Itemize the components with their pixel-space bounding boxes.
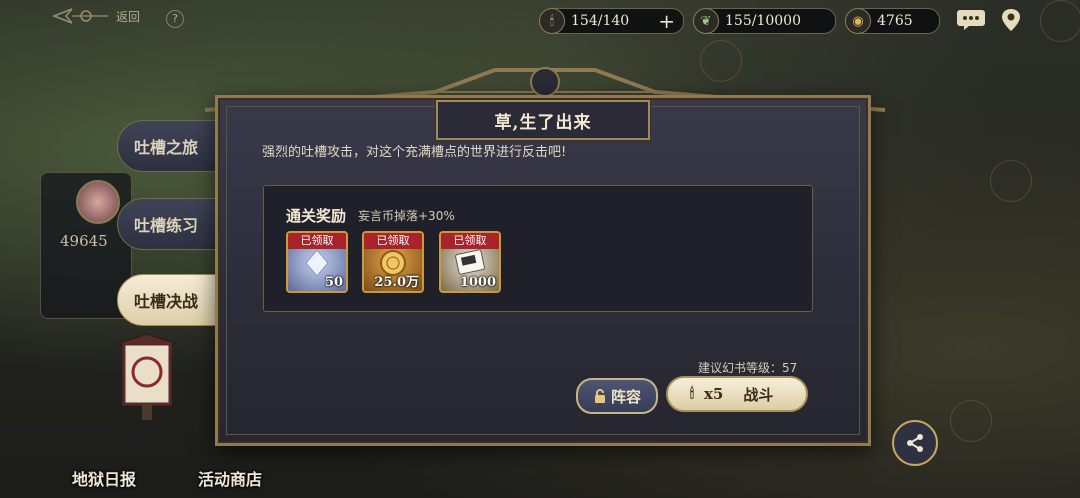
lantern-icon bbox=[116, 333, 178, 420]
add-stamina-button[interactable]: + bbox=[658, 9, 675, 33]
map-marker bbox=[990, 160, 1032, 202]
tab-final-battle[interactable]: 吐槽决战 bbox=[117, 274, 227, 326]
feather-crystal-icon bbox=[288, 249, 346, 277]
stage-description: 强烈的吐槽攻击，对这个充满槽点的世界进行反击吧! bbox=[262, 145, 567, 160]
avatar[interactable] bbox=[76, 180, 120, 224]
stamina-counter: 🕯 154/140 + bbox=[539, 8, 684, 34]
back-label: 返回 bbox=[116, 9, 141, 24]
team-label: 阵容 bbox=[610, 387, 641, 406]
tab-label: 吐槽练习 bbox=[134, 216, 199, 235]
coin-icon: ◉ bbox=[845, 8, 871, 34]
herb-counter: ❦ 155/10000 bbox=[693, 8, 836, 34]
power-value: 49645 bbox=[60, 232, 108, 250]
fight-button[interactable]: 🕯 x5 战斗 bbox=[666, 376, 808, 412]
ornament-arrow-icon bbox=[52, 8, 108, 24]
reward-item[interactable]: 已领取 50 bbox=[286, 231, 348, 293]
tab-journey[interactable]: 吐槽之旅 bbox=[117, 120, 227, 172]
map-marker bbox=[950, 400, 992, 442]
claimed-ribbon: 已领取 bbox=[441, 233, 499, 249]
recommended-level: 建议幻书等级：57 bbox=[698, 361, 798, 375]
fight-label: 战斗 bbox=[743, 385, 774, 404]
back-button[interactable]: 返回 bbox=[52, 6, 140, 26]
share-icon bbox=[907, 434, 923, 452]
herb-icon: ❦ bbox=[693, 8, 719, 34]
help-button[interactable]: ? bbox=[166, 10, 184, 28]
stamina-value: 154/140 bbox=[571, 13, 630, 29]
daily-news-button[interactable]: 地狱日报 bbox=[72, 466, 136, 490]
lock-icon bbox=[594, 389, 605, 403]
reward-item[interactable]: 已领取 1000 bbox=[439, 231, 501, 293]
event-shop-button[interactable]: 活动商店 bbox=[198, 466, 262, 490]
herb-value: 155/10000 bbox=[725, 13, 801, 29]
coin-value: 4765 bbox=[877, 13, 913, 29]
tab-practice[interactable]: 吐槽练习 bbox=[117, 198, 227, 250]
fight-cost: x5 bbox=[703, 385, 724, 403]
tab-label: 吐槽之旅 bbox=[134, 138, 199, 157]
tab-label: 吐槽决战 bbox=[134, 292, 199, 311]
reward-item[interactable]: 已领取 25.0万 bbox=[362, 231, 424, 293]
dialog-title: 草,生了出来 bbox=[436, 100, 650, 140]
coin-counter: ◉ 4765 bbox=[845, 8, 940, 34]
rewards-title: 通关奖励 bbox=[286, 207, 347, 225]
claimed-ribbon: 已领取 bbox=[364, 233, 422, 249]
team-button[interactable]: 阵容 bbox=[576, 378, 658, 414]
reward-quantity: 25.0万 bbox=[374, 275, 419, 290]
location-pin-icon[interactable] bbox=[996, 8, 1026, 32]
share-button[interactable] bbox=[892, 420, 938, 466]
reward-quantity: 1000 bbox=[459, 275, 496, 290]
claimed-ribbon: 已领取 bbox=[288, 233, 346, 249]
top-bar: 返回 ? 🕯 154/140 + ❦ 155/10000 ◉ 4765 bbox=[0, 0, 1080, 40]
candle-icon: 🕯 bbox=[539, 8, 565, 34]
reward-quantity: 50 bbox=[324, 275, 343, 290]
candle-icon: 🕯 bbox=[690, 386, 694, 402]
chat-bubble-icon[interactable] bbox=[956, 8, 986, 32]
exp-ticket-icon bbox=[441, 249, 499, 277]
rewards-bonus: 妄言币掉落+30% bbox=[358, 209, 455, 223]
